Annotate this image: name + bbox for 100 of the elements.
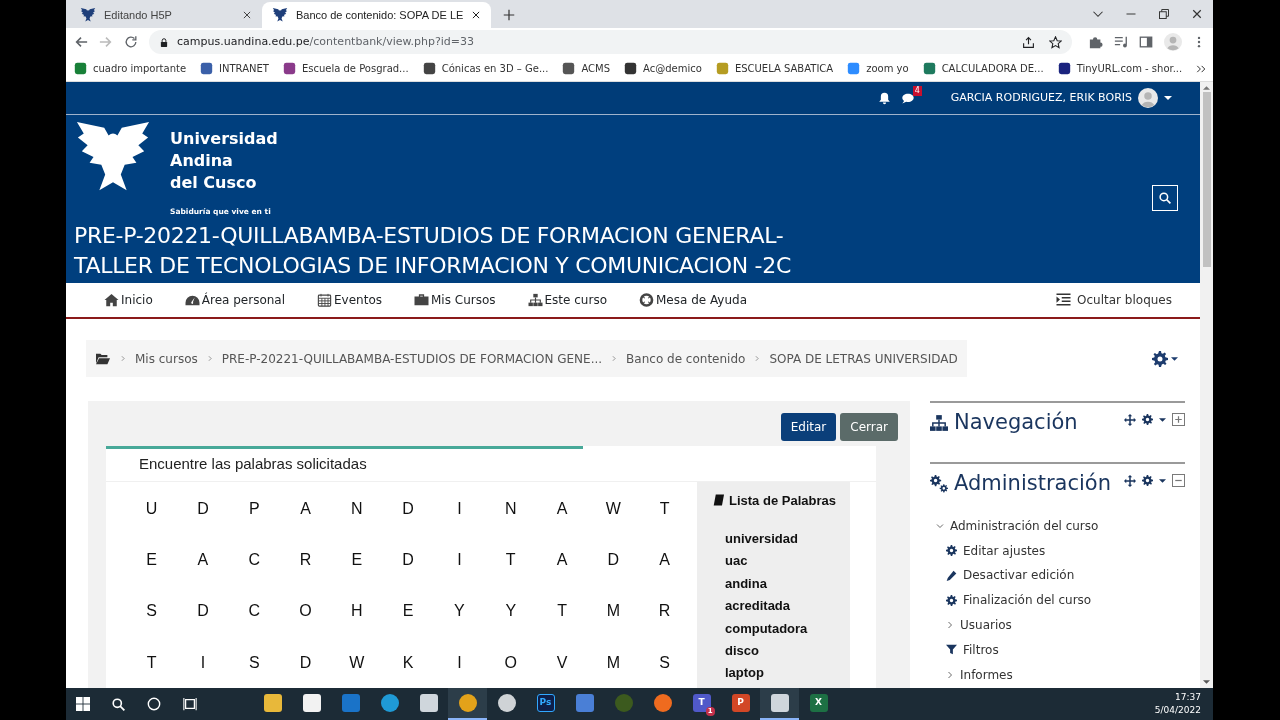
gear-icon[interactable]: [1142, 475, 1153, 486]
letter-cell[interactable]: C: [228, 534, 280, 586]
bookmark-link[interactable]: Escuela de Posgrad...: [282, 61, 409, 76]
letter-cell[interactable]: A: [638, 534, 691, 586]
tree-item[interactable]: Desactivar edición: [946, 563, 1185, 588]
tree-item[interactable]: Editar ajustes: [946, 538, 1185, 564]
star-icon[interactable]: [1049, 35, 1062, 49]
letter-cell[interactable]: I: [433, 483, 486, 535]
app-tile-icon[interactable]: P: [731, 694, 750, 712]
nav-link[interactable]: Área personal: [184, 291, 285, 309]
nav-link[interactable]: Mis Cursos: [414, 291, 496, 309]
share-icon[interactable]: [1022, 35, 1035, 49]
letter-cell[interactable]: A: [536, 483, 588, 535]
letter-cell[interactable]: T: [638, 483, 691, 535]
chat-icon[interactable]: [900, 91, 915, 105]
tree-item[interactable]: Filtros: [946, 637, 1185, 663]
scroll-down-icon[interactable]: [1203, 680, 1210, 684]
breadcrumb-link[interactable]: SOPA DE LETRAS UNIVERSIDAD: [769, 349, 958, 368]
app-tile-icon[interactable]: X: [809, 694, 828, 712]
letter-cell[interactable]: M: [587, 585, 639, 638]
caret-icon[interactable]: [1159, 478, 1166, 483]
breadcrumb-link[interactable]: PRE-P-20221-QUILLABAMBA-ESTUDIOS DE FORMACION GENE...: [221, 349, 603, 368]
scrollbar-thumb[interactable]: [1202, 92, 1211, 267]
letter-cell[interactable]: D: [177, 483, 229, 535]
letter-cell[interactable]: T: [536, 585, 588, 638]
gear-icon[interactable]: [1142, 414, 1153, 425]
bookmark-link[interactable]: ESCUELA SABATICA: [715, 61, 834, 76]
letter-cell[interactable]: Y: [485, 585, 537, 638]
restore-icon[interactable]: [1158, 8, 1170, 20]
letter-cell[interactable]: A: [536, 534, 588, 586]
bookmark-link[interactable]: ACMS: [562, 61, 611, 76]
letter-cell[interactable]: W: [587, 483, 639, 535]
user-menu[interactable]: GARCIA RODRIGUEZ, ERIK BORIS: [950, 88, 1172, 108]
letter-cell[interactable]: S: [638, 637, 691, 688]
letter-cell[interactable]: O: [279, 585, 332, 638]
puzzle-icon[interactable]: [1089, 35, 1103, 49]
letter-cell[interactable]: P: [228, 483, 280, 535]
letter-cell[interactable]: I: [177, 637, 229, 688]
letter-cell[interactable]: C: [228, 585, 280, 638]
letter-cell[interactable]: K: [382, 637, 434, 688]
nav-link[interactable]: Inicio: [104, 291, 153, 309]
letter-cell[interactable]: S: [126, 585, 178, 638]
more-bookmarks-icon[interactable]: [1196, 64, 1207, 74]
close-button[interactable]: Cerrar: [840, 413, 898, 441]
nav-link[interactable]: Este curso: [527, 291, 607, 309]
tree-item[interactable]: Administración del curso: [936, 513, 1185, 539]
bell-icon[interactable]: [877, 91, 891, 105]
letter-cell[interactable]: D: [382, 534, 434, 586]
letter-cell[interactable]: V: [536, 637, 588, 688]
browser-tab[interactable]: Banco de contenido: SOPA DE LE: [262, 2, 492, 28]
letter-cell[interactable]: S: [228, 637, 280, 688]
bookmark-link[interactable]: Ac@demico: [624, 61, 702, 76]
app-tile-icon[interactable]: Ps: [536, 694, 555, 712]
scroll-up-icon[interactable]: [1203, 86, 1210, 90]
letter-cell[interactable]: R: [279, 534, 332, 586]
reload-icon[interactable]: [124, 35, 138, 49]
move-icon[interactable]: [1124, 474, 1136, 487]
close-icon[interactable]: [471, 10, 482, 20]
letter-cell[interactable]: N: [485, 483, 537, 535]
collapse-icon[interactable]: [1172, 474, 1185, 487]
edit-button[interactable]: Editar: [780, 413, 837, 441]
letter-cell[interactable]: U: [126, 483, 178, 535]
nav-link[interactable]: Eventos: [317, 291, 382, 309]
browser-tab[interactable]: Editando H5P: [70, 2, 262, 28]
letter-cell[interactable]: R: [638, 585, 691, 638]
circle-icon[interactable]: [147, 697, 161, 711]
windows-logo-icon[interactable]: [76, 697, 90, 711]
tree-item[interactable]: Finalización del curso: [946, 587, 1185, 613]
letter-cell[interactable]: D: [587, 534, 639, 586]
search-button[interactable]: [1152, 185, 1178, 211]
media-icon[interactable]: [1114, 35, 1128, 49]
bookmark-link[interactable]: CALCULADORA DE...: [922, 61, 1044, 76]
letter-cell[interactable]: I: [433, 637, 486, 688]
letter-cell[interactable]: D: [382, 483, 434, 535]
bookmark-link[interactable]: cuadro importante: [74, 61, 187, 76]
letter-cell[interactable]: H: [331, 585, 383, 638]
bookmark-link[interactable]: Cónicas en 3D – Ge...: [422, 61, 549, 76]
close-icon[interactable]: [1191, 8, 1203, 20]
nav-link[interactable]: Mesa de Ayuda: [639, 291, 748, 309]
letter-cell[interactable]: A: [177, 534, 229, 586]
letter-cell[interactable]: E: [382, 585, 434, 638]
address-bar[interactable]: campus.uandina.edu.pe/contentbank/view.php?id=33: [149, 30, 1072, 54]
letter-cell[interactable]: I: [433, 534, 486, 586]
hide-blocks-link[interactable]: Ocultar bloques: [1056, 291, 1172, 309]
back-icon[interactable]: [74, 35, 88, 49]
expand-icon[interactable]: [1172, 413, 1185, 426]
search-icon[interactable]: [112, 697, 125, 711]
letter-cell[interactable]: W: [331, 637, 383, 688]
letter-cell[interactable]: D: [177, 585, 229, 638]
letter-cell[interactable]: M: [587, 637, 639, 688]
bookmark-link[interactable]: TinyURL.com - shor...: [1057, 61, 1183, 76]
close-icon[interactable]: [242, 10, 252, 20]
letter-cell[interactable]: E: [331, 534, 383, 586]
letter-cell[interactable]: A: [279, 483, 332, 535]
letter-cell[interactable]: N: [331, 483, 383, 535]
letter-cell[interactable]: D: [279, 637, 332, 688]
breadcrumb-link[interactable]: Banco de contenido: [626, 349, 746, 368]
breadcrumb-link[interactable]: Mis cursos: [135, 349, 198, 368]
letter-cell[interactable]: Y: [433, 585, 486, 638]
move-icon[interactable]: [1124, 413, 1136, 426]
